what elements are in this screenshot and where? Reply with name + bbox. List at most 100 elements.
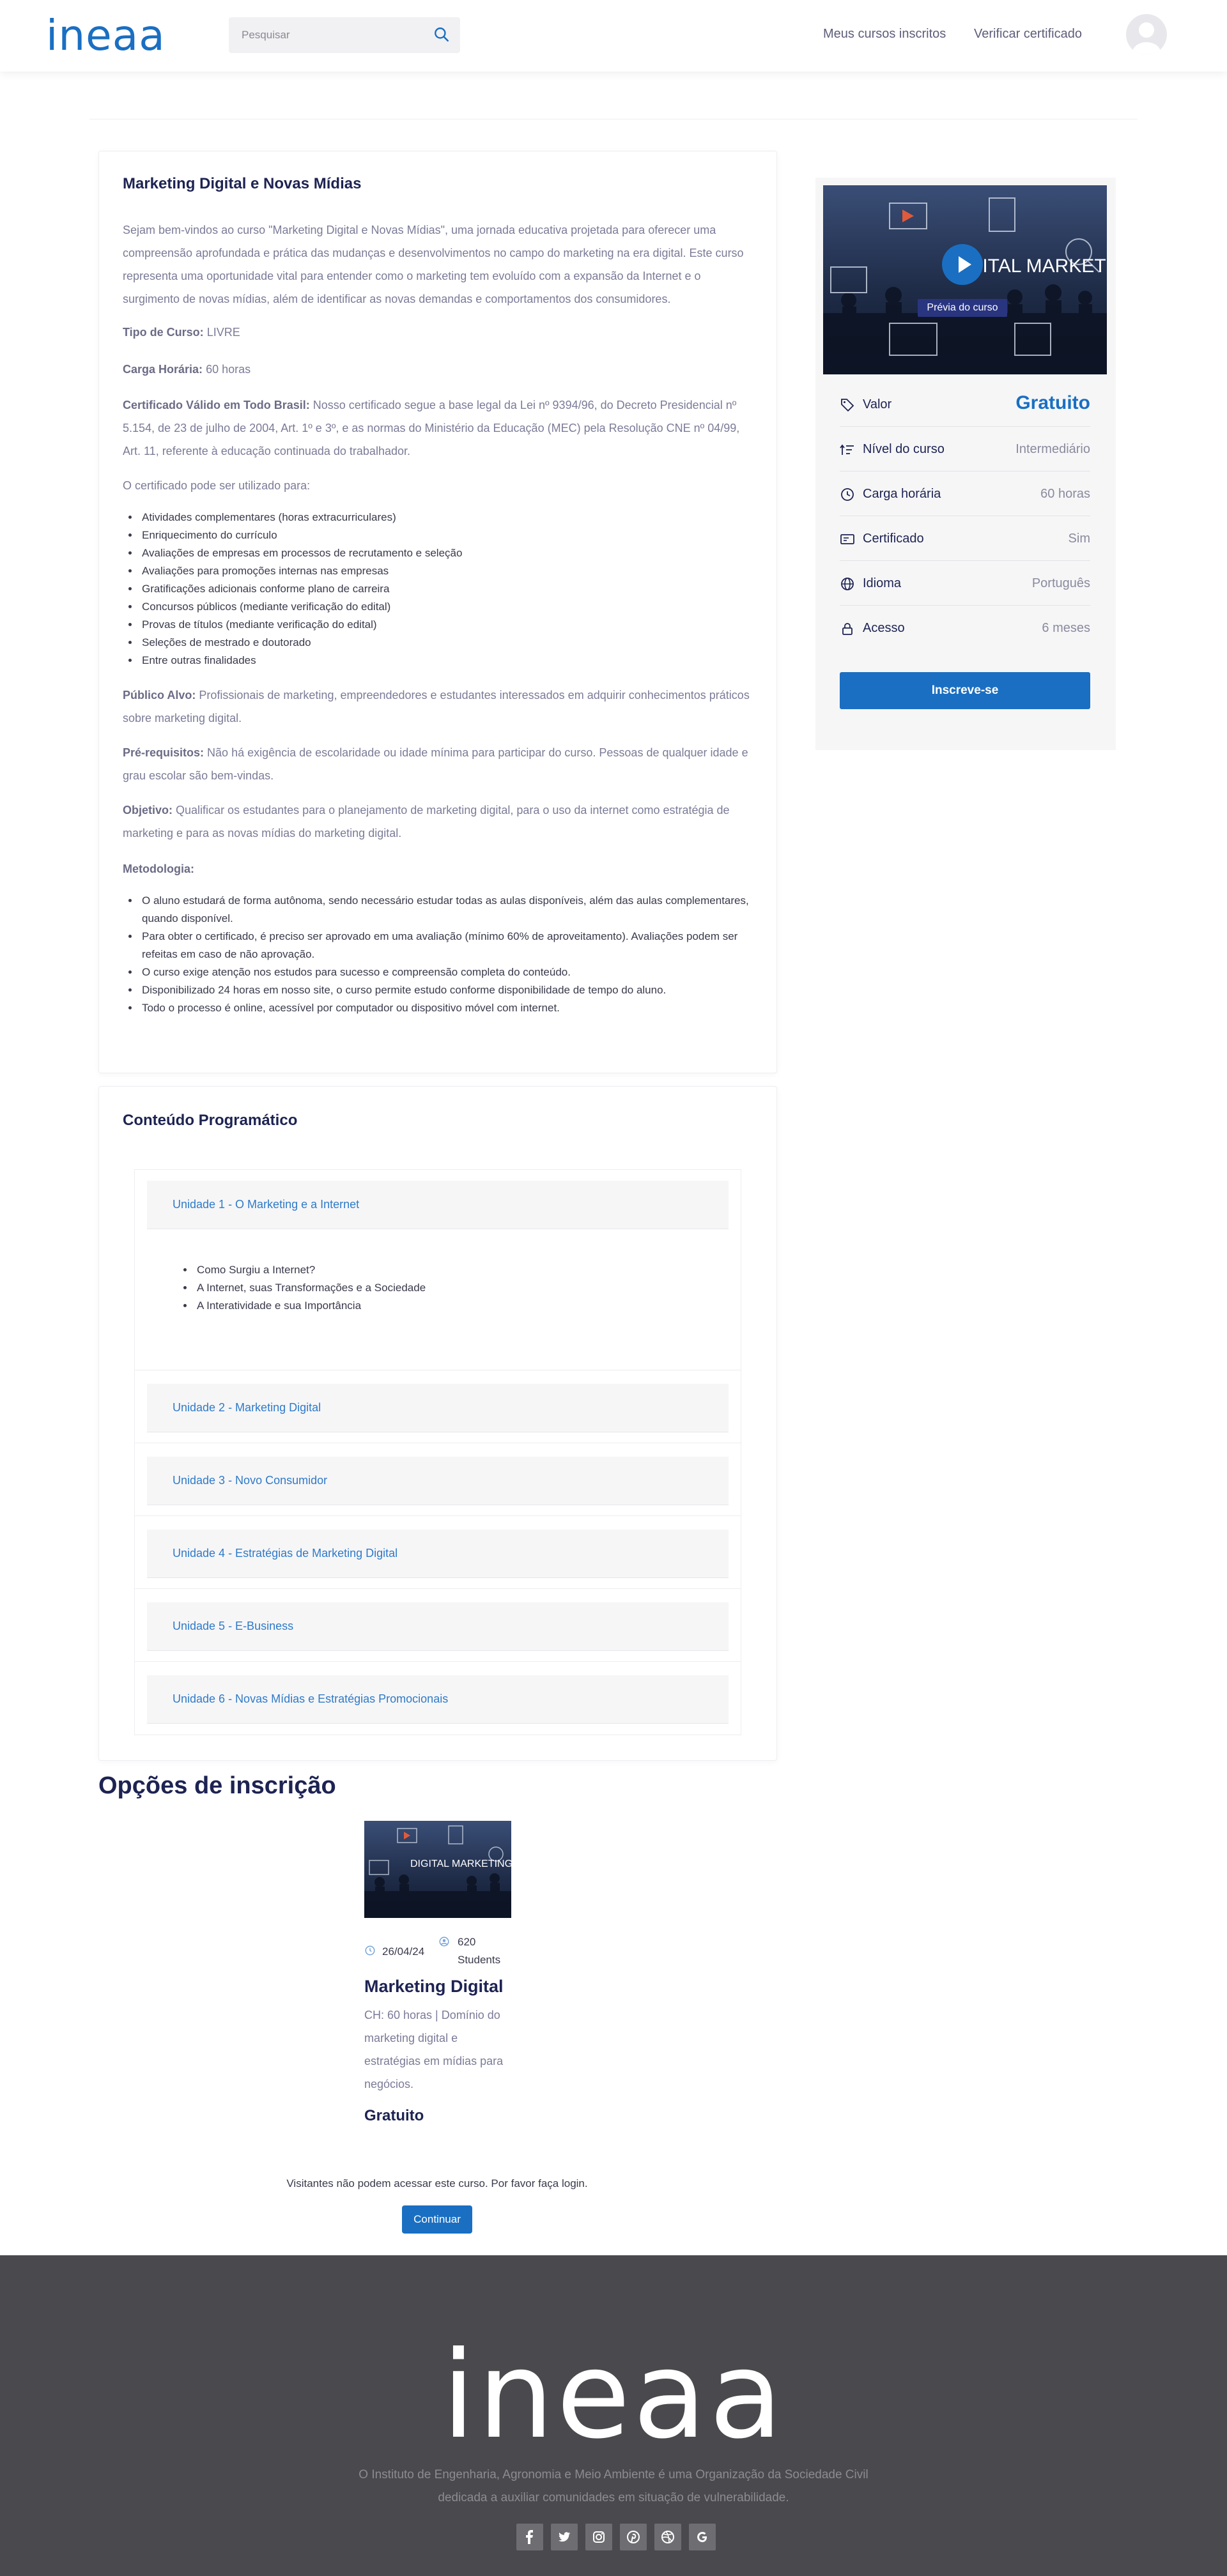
- info-value: 6 meses: [1042, 621, 1090, 635]
- footer-logo[interactable]: ineaa: [0, 2336, 1227, 2456]
- facebook-link[interactable]: [516, 2524, 543, 2550]
- user-icon: [1132, 22, 1161, 55]
- site-logo[interactable]: ineaa: [46, 15, 166, 57]
- list-item: Para obter o certificado, é preciso ser …: [139, 928, 766, 963]
- info-label: Idioma: [863, 576, 902, 590]
- play-button[interactable]: [942, 244, 983, 285]
- course-type-label: Tipo de Curso:: [123, 326, 204, 339]
- pinterest-icon: [627, 2531, 640, 2543]
- course-card-description: CH: 60 horas | Domínio do marketing digi…: [364, 2009, 504, 2090]
- pinterest-link[interactable]: [620, 2524, 647, 2550]
- footer-description: O Instituto de Engenharia, Agronomia e M…: [359, 2468, 868, 2504]
- unit-title: Unidade 3 - Novo Consumidor: [173, 1474, 328, 1487]
- play-icon: [959, 256, 971, 273]
- list-item: Avaliações para promoções internas nas e…: [139, 562, 753, 580]
- unit-title: Unidade 1 - O Marketing e a Internet: [173, 1198, 360, 1211]
- unit-title: Unidade 5 - E-Business: [173, 1620, 294, 1632]
- list-item: Como Surgiu a Internet?: [194, 1261, 642, 1279]
- avatar[interactable]: [1126, 14, 1167, 55]
- nav-verify-certificate[interactable]: Verificar certificado: [974, 27, 1082, 42]
- accordion-unit-1[interactable]: Unidade 1 - O Marketing e a Internet: [147, 1181, 729, 1229]
- clock-icon: [841, 488, 854, 501]
- certificate-uses-list: Atividades complementares (horas extracu…: [139, 509, 753, 670]
- search-input[interactable]: [229, 17, 421, 53]
- list-item: Atividades complementares (horas extracu…: [139, 509, 753, 526]
- course-hours-value: 60 horas: [206, 363, 251, 376]
- list-item: Gratificações adicionais conforme plano …: [139, 580, 753, 598]
- nav-my-courses[interactable]: Meus cursos inscritos: [823, 27, 946, 42]
- list-item: Todo o processo é online, acessível por …: [139, 999, 766, 1017]
- list-item: Enriquecimento do currículo: [139, 526, 753, 544]
- list-item: Disponibilizado 24 horas em nosso site, …: [139, 981, 766, 999]
- course-type: Tipo de Curso: LIVRE: [123, 321, 755, 344]
- unit-title: Unidade 2 - Marketing Digital: [173, 1401, 321, 1414]
- course-preview-video[interactable]: DIGITAL MARKETING Prévia do curso: [823, 185, 1107, 374]
- accordion-unit-3[interactable]: Unidade 3 - Novo Consumidor: [147, 1457, 729, 1505]
- certificate-info: Certificado Válido em Todo Brasil: Nosso…: [123, 394, 755, 463]
- level-icon: [840, 444, 854, 455]
- prerequisites-value: Não há exigência de escolaridade ou idad…: [123, 746, 748, 782]
- google-link[interactable]: [689, 2524, 716, 2550]
- unit-1-topics: Como Surgiu a Internet? A Internet, suas…: [194, 1261, 642, 1315]
- info-hours: Carga horária 60 horas: [840, 471, 1090, 516]
- unit-title: Unidade 6 - Novas Mídias e Estratégias P…: [173, 1692, 449, 1705]
- info-price: Valor Gratuito: [840, 382, 1090, 427]
- info-value: Intermediário: [1015, 442, 1090, 456]
- info-value: 60 horas: [1040, 487, 1090, 501]
- search-icon: [435, 27, 449, 42]
- objective-value: Qualificar os estudantes para o planejam…: [123, 804, 730, 839]
- continue-button[interactable]: Continuar: [402, 2205, 472, 2234]
- search-bar: [229, 17, 460, 53]
- info-value: Sim: [1068, 532, 1090, 546]
- program-title: Conteúdo Programático: [123, 1112, 298, 1129]
- clock-icon: [365, 1945, 375, 1956]
- certificate-uses-intro: O certificado pode ser utilizado para:: [123, 479, 311, 492]
- info-access: Acesso 6 meses: [840, 606, 1090, 650]
- objective: Objetivo: Qualificar os estudantes para …: [123, 799, 755, 845]
- accordion-unit-4[interactable]: Unidade 4 - Estratégias de Marketing Dig…: [147, 1529, 729, 1578]
- info-level: Nível do curso Intermediário: [840, 427, 1090, 471]
- accordion-unit-5[interactable]: Unidade 5 - E-Business: [147, 1602, 729, 1651]
- methodology-label: Metodologia:: [123, 862, 194, 875]
- list-item: Provas de títulos (mediante verificação …: [139, 616, 753, 634]
- divider: [134, 1661, 741, 1662]
- divider: [134, 1588, 741, 1589]
- twitter-link[interactable]: [551, 2524, 578, 2550]
- course-card-image[interactable]: DIGITAL MARKETING: [364, 1821, 511, 1918]
- list-item: O curso exige atenção nos estudos para s…: [139, 963, 766, 981]
- list-item: Seleções de mestrado e doutorado: [139, 634, 753, 652]
- students-icon: [439, 1936, 449, 1947]
- prerequisites-label: Pré-requisitos:: [123, 746, 204, 759]
- target-audience-label: Público Alvo:: [123, 689, 196, 702]
- course-hours-label: Carga Horária:: [123, 363, 203, 376]
- unit-title: Unidade 4 - Estratégias de Marketing Dig…: [173, 1547, 398, 1560]
- course-card-title[interactable]: Marketing Digital: [364, 1977, 504, 1997]
- login-message: Visitantes não podem acessar este curso.…: [286, 2177, 588, 2189]
- info-certificate: Certificado Sim: [840, 516, 1090, 561]
- dribbble-icon: [661, 2531, 674, 2543]
- certificate-label: Certificado Válido em Todo Brasil:: [123, 399, 310, 411]
- list-item: A Interatividade e sua Importância: [194, 1297, 642, 1315]
- certificate-icon: [840, 534, 854, 544]
- facebook-icon: [526, 2530, 533, 2544]
- twitter-icon: [559, 2532, 571, 2542]
- objective-label: Objetivo:: [123, 804, 173, 816]
- course-title: Marketing Digital e Novas Mídias: [123, 175, 362, 192]
- list-item: Entre outras finalidades: [139, 652, 753, 670]
- accordion-unit-2[interactable]: Unidade 2 - Marketing Digital: [147, 1384, 729, 1432]
- info-label: Valor: [863, 397, 892, 411]
- course-card-date: 26/04/24: [382, 1945, 425, 1958]
- instagram-link[interactable]: [585, 2524, 612, 2550]
- methodology-list: O aluno estudará de forma autônoma, send…: [139, 892, 766, 1017]
- accordion-unit-6[interactable]: Unidade 6 - Novas Mídias e Estratégias P…: [147, 1675, 729, 1724]
- info-label: Certificado: [863, 532, 924, 546]
- divider: [134, 1515, 741, 1516]
- enroll-button[interactable]: Inscreve-se: [840, 672, 1090, 709]
- list-item: Concursos públicos (mediante verificação…: [139, 598, 753, 616]
- target-audience-value: Profissionais de marketing, empreendedor…: [123, 689, 750, 724]
- target-audience: Público Alvo: Profissionais de marketing…: [123, 684, 755, 730]
- search-button[interactable]: [433, 26, 451, 44]
- dribbble-link[interactable]: [654, 2524, 681, 2550]
- google-icon: [697, 2532, 707, 2542]
- globe-icon: [841, 578, 854, 590]
